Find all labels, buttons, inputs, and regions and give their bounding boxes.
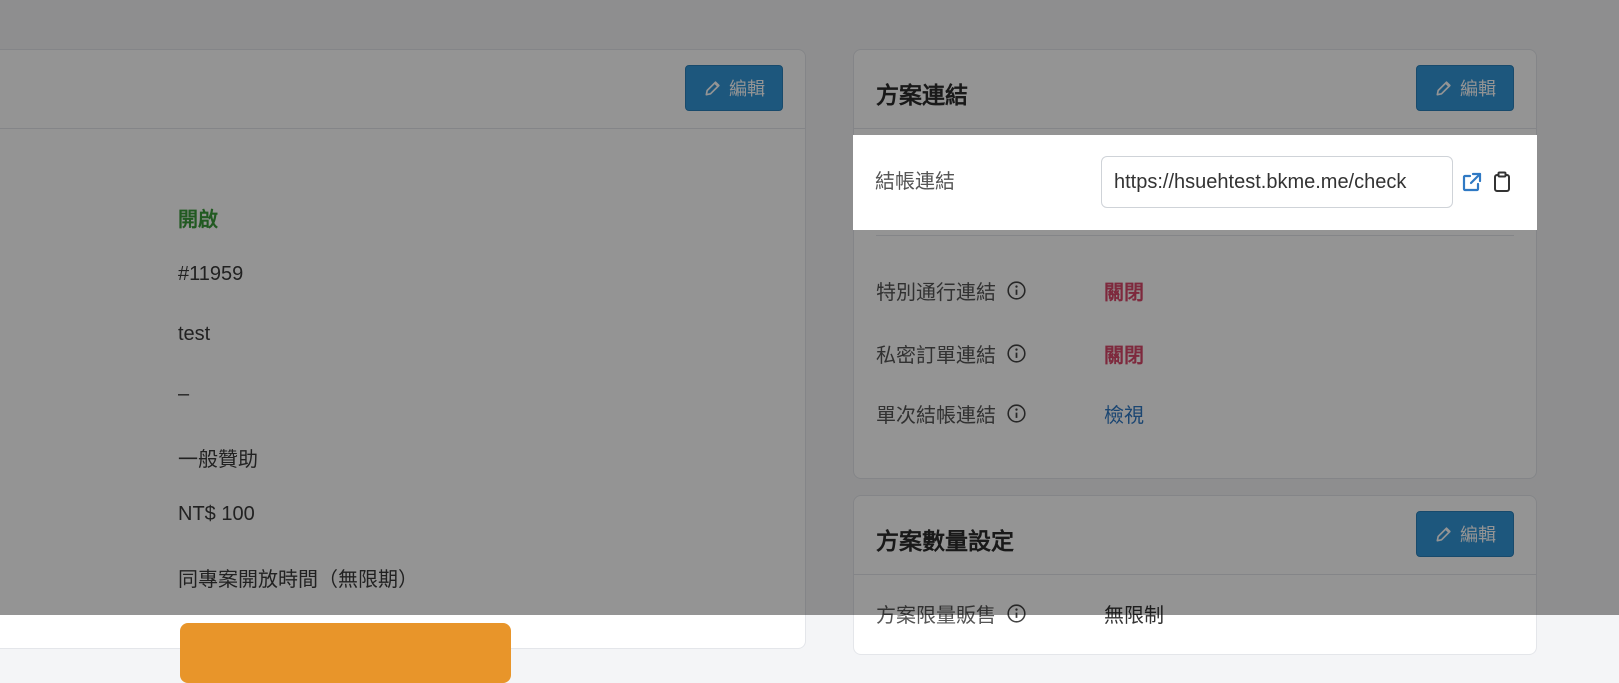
external-link-icon[interactable]: [1460, 170, 1484, 194]
checkout-url-input[interactable]: [1101, 156, 1453, 208]
plan-quantity-card-header: 方案數量設定 編輯: [854, 496, 1536, 575]
plan-color-swatch: [180, 623, 511, 683]
link-divider: [876, 235, 1514, 236]
price-value: NT$ 100: [178, 503, 255, 525]
single-checkout-view-link[interactable]: 檢視: [1104, 399, 1144, 428]
clipboard-icon[interactable]: [1490, 170, 1514, 194]
single-checkout-link-label: 單次結帳連結: [876, 399, 1027, 428]
plan-link-edit-button[interactable]: 編輯: [1416, 65, 1514, 111]
pencil-icon: [1436, 527, 1451, 542]
quantity-limit-value: 無限制: [1104, 605, 1164, 627]
special-pass-link-status: 關閉: [1104, 282, 1144, 304]
plan-quantity-card: 方案數量設定 編輯 方案限量販售 無限制: [853, 495, 1537, 655]
plan-info-edit-button[interactable]: 編輯: [685, 65, 783, 111]
special-pass-link-text: 特別通行連結: [876, 282, 996, 304]
checkout-link-highlight: 結帳連結: [853, 135, 1537, 230]
quantity-limit-label: 方案限量販售: [876, 599, 1027, 628]
edit-button-label: 編輯: [1460, 79, 1496, 99]
plan-quantity-edit-button[interactable]: 編輯: [1416, 511, 1514, 557]
info-icon[interactable]: [1006, 603, 1027, 624]
quantity-limit-text: 方案限量販售: [876, 605, 996, 627]
plan-link-card: 方案連結 編輯 特別通行連結 關閉 私密訂單連結 關閉 單次結帳連結 檢視: [853, 49, 1537, 479]
status-value: 開啟: [178, 209, 218, 231]
special-pass-link-label: 特別通行連結: [876, 276, 1027, 305]
plan-id-value: #11959: [178, 263, 244, 285]
checkout-link-label: 結帳連結: [875, 171, 955, 193]
info-icon[interactable]: [1006, 343, 1027, 364]
plan-info-card-header: 編輯: [0, 50, 805, 129]
plan-info-card: 編輯 開啟 #11959 test – 一般贊助 NT$ 100 同專案開放時間…: [0, 49, 806, 683]
period-value: 同專案開放時間（無限期）: [178, 569, 418, 591]
edit-button-label: 編輯: [729, 79, 765, 99]
pencil-icon: [705, 81, 720, 96]
info-icon[interactable]: [1006, 403, 1027, 424]
info-icon[interactable]: [1006, 280, 1027, 301]
empty-value: –: [178, 383, 190, 405]
private-order-link-label: 私密訂單連結: [876, 339, 1027, 368]
plan-link-card-header: 方案連結 編輯: [854, 50, 1536, 129]
private-order-link-status: 關閉: [1104, 345, 1144, 367]
edit-button-label: 編輯: [1460, 525, 1496, 545]
plan-name-value: test: [178, 323, 211, 345]
single-checkout-link-text: 單次結帳連結: [876, 405, 996, 427]
pencil-icon: [1436, 81, 1451, 96]
plan-link-title: 方案連結: [876, 82, 968, 108]
plan-type-value: 一般贊助: [178, 449, 258, 471]
private-order-link-text: 私密訂單連結: [876, 345, 996, 367]
plan-quantity-title: 方案數量設定: [876, 528, 1014, 554]
